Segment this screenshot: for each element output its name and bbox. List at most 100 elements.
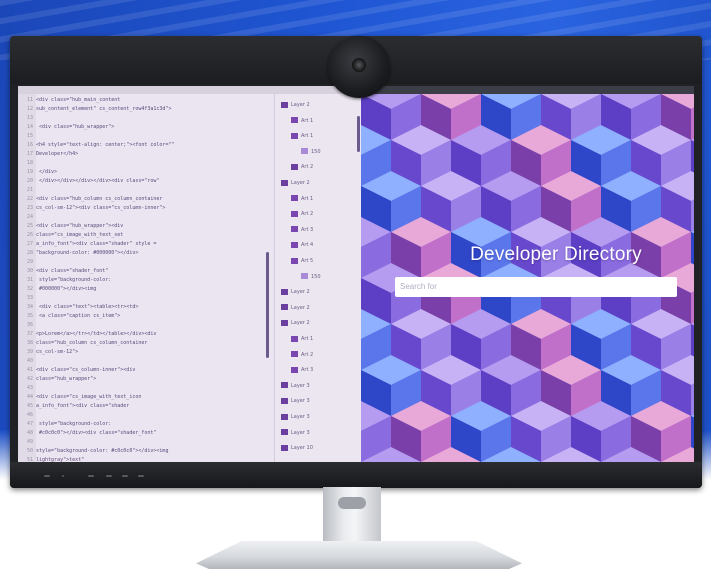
- code-line[interactable]: 37 <p>Lorem</a></tr></td></table></div><d…: [18, 330, 274, 339]
- code-line[interactable]: 28 "background-color: #000000"></div>: [18, 249, 274, 258]
- code-line[interactable]: 15: [18, 132, 274, 141]
- layer-item[interactable]: Layer 3: [281, 381, 310, 391]
- code-line[interactable]: 11 <div class="hub_main_content: [18, 96, 274, 105]
- layer-item[interactable]: Art 5: [291, 256, 313, 266]
- layer-item[interactable]: Layer 3: [281, 396, 310, 406]
- layer-item[interactable]: Layer 3: [281, 428, 310, 438]
- layer-item[interactable]: Layer 10: [281, 443, 313, 453]
- code-line[interactable]: 47 style="background-color:: [18, 420, 274, 429]
- code-line[interactable]: 44 <div class="cs_image_with_text_icon: [18, 393, 274, 402]
- code-line[interactable]: 16 <h4 style="text-align: center;"><font …: [18, 141, 274, 150]
- code-line[interactable]: 19 </div>: [18, 168, 274, 177]
- layer-label: Layer 3: [291, 398, 310, 405]
- code-line[interactable]: 18: [18, 159, 274, 168]
- code-text: a_info_font"><div class="shader: [36, 403, 130, 409]
- line-number: 38: [26, 340, 33, 346]
- layer-item[interactable]: Art 3: [291, 365, 313, 375]
- folder-icon: [291, 335, 298, 342]
- layer-item[interactable]: Layer 2: [281, 100, 310, 110]
- code-line[interactable]: 13: [18, 114, 274, 123]
- monitor-control-button[interactable]: [106, 475, 112, 477]
- editor-scrollbar[interactable]: [266, 252, 269, 358]
- line-number: 29: [26, 259, 33, 265]
- code-line[interactable]: 22 <div class="hub_column cs_column_conta…: [18, 195, 274, 204]
- code-line[interactable]: 24: [18, 213, 274, 222]
- code-line[interactable]: 26 class="cs_image_with_text_set: [18, 231, 274, 240]
- layer-item[interactable]: Layer 2: [281, 287, 310, 297]
- layer-item[interactable]: Art 2: [291, 209, 313, 219]
- layer-label: Layer 3: [291, 429, 310, 436]
- code-line[interactable]: 27 a_info_font"><div class="shader" style…: [18, 240, 274, 249]
- code-line[interactable]: 34 <div class="text"><table><tr><td>: [18, 303, 274, 312]
- code-editor[interactable]: 11 <div class="hub_main_content 12 sub_cont…: [18, 94, 274, 462]
- line-number: 34: [26, 304, 33, 310]
- line-number: 14: [26, 124, 33, 130]
- code-line[interactable]: 12 sub_content_element" cs_content_row4f3…: [18, 105, 274, 114]
- power-button[interactable]: [138, 475, 144, 477]
- code-line[interactable]: 32 #000000"></div><img: [18, 285, 274, 294]
- layer-item[interactable]: Art 1: [291, 116, 313, 126]
- layers-scrollbar[interactable]: [357, 116, 360, 152]
- folder-icon: [291, 210, 298, 217]
- monitor-control-button[interactable]: [88, 475, 94, 477]
- folder-icon: [291, 257, 298, 264]
- code-line[interactable]: 49: [18, 438, 274, 447]
- monitor-control-button[interactable]: [62, 475, 64, 477]
- code-line[interactable]: 40: [18, 357, 274, 366]
- code-line[interactable]: 38 class="hub_column cs_column_container: [18, 339, 274, 348]
- layer-item[interactable]: 150: [301, 147, 321, 157]
- code-text: style="background-color:: [36, 421, 112, 427]
- code-line[interactable]: 23 cs_col-sm-12"><div class="cs_column-in…: [18, 204, 274, 213]
- layer-label: Layer 3: [291, 382, 310, 389]
- monitor-control-button[interactable]: [44, 475, 50, 477]
- layers-panel[interactable]: Layer 2 Art 1 Art 1 150 Art 2 Layer 2 Art 1 Art…: [274, 94, 361, 462]
- layer-item[interactable]: Art 4: [291, 240, 313, 250]
- folder-icon: [291, 117, 298, 124]
- code-line[interactable]: 14 <div class="hub_wrapper">: [18, 123, 274, 132]
- code-line[interactable]: 50 style="background-color: #c0c0c0"></di…: [18, 447, 274, 456]
- layer-label: Layer 2: [291, 180, 310, 186]
- folder-icon: [281, 382, 288, 389]
- layer-item[interactable]: Layer 2: [281, 303, 310, 313]
- code-line[interactable]: 39 cs_col-sm-12">: [18, 348, 274, 357]
- preview-titlebar: [361, 86, 694, 94]
- folder-icon: [281, 429, 288, 436]
- code-line[interactable]: 30 <div class="shader_font": [18, 267, 274, 276]
- layer-item[interactable]: Art 3: [291, 225, 313, 235]
- code-line[interactable]: 36: [18, 321, 274, 330]
- code-line[interactable]: 35 <a class="caption cs_item">: [18, 312, 274, 321]
- layer-item[interactable]: Art 1: [291, 334, 313, 344]
- layer-item[interactable]: Layer 2: [281, 178, 310, 188]
- layer-item[interactable]: Layer 2: [281, 318, 310, 328]
- folder-icon: [291, 226, 298, 233]
- code-line[interactable]: 31 style="background-color:: [18, 276, 274, 285]
- code-line[interactable]: 17 Developer</h4>: [18, 150, 274, 159]
- code-line[interactable]: 33: [18, 294, 274, 303]
- line-number: 48: [26, 430, 33, 436]
- code-line[interactable]: 29: [18, 258, 274, 267]
- code-line[interactable]: 48 #c0c0c0"></div><div class="shader_fon…: [18, 429, 274, 438]
- layer-label: Art 3: [301, 226, 314, 233]
- code-line[interactable]: 45 a_info_font"><div class="shader: [18, 402, 274, 411]
- folder-icon: [291, 163, 298, 170]
- layer-item[interactable]: Art 2: [291, 162, 313, 172]
- code-line[interactable]: 42 class="hub_wrapper">: [18, 375, 274, 384]
- layer-item[interactable]: Art 1: [291, 194, 313, 204]
- code-line[interactable]: 43: [18, 384, 274, 393]
- code-text: class="hub_wrapper">: [36, 376, 97, 382]
- search-input[interactable]: Search for: [395, 277, 677, 297]
- code-line[interactable]: 21: [18, 186, 274, 195]
- code-text: <div class="cs_image_with_text_icon: [36, 394, 142, 400]
- line-number: 35: [26, 313, 33, 319]
- layer-item[interactable]: 150: [301, 272, 321, 282]
- layer-item[interactable]: Layer 3: [281, 412, 310, 422]
- code-line[interactable]: 41 <div class="cs_column-inner"><div: [18, 366, 274, 375]
- layer-label: 150: [311, 273, 321, 280]
- code-line[interactable]: 20 </div></div></div></div><div class="r…: [18, 177, 274, 186]
- layer-item[interactable]: Art 2: [291, 350, 313, 360]
- folder-icon: [281, 444, 288, 451]
- code-line[interactable]: 46: [18, 411, 274, 420]
- layer-item[interactable]: Art 1: [291, 131, 313, 141]
- code-line[interactable]: 25 <div class="hub_wrapper"><div: [18, 222, 274, 231]
- monitor-control-button[interactable]: [122, 475, 128, 477]
